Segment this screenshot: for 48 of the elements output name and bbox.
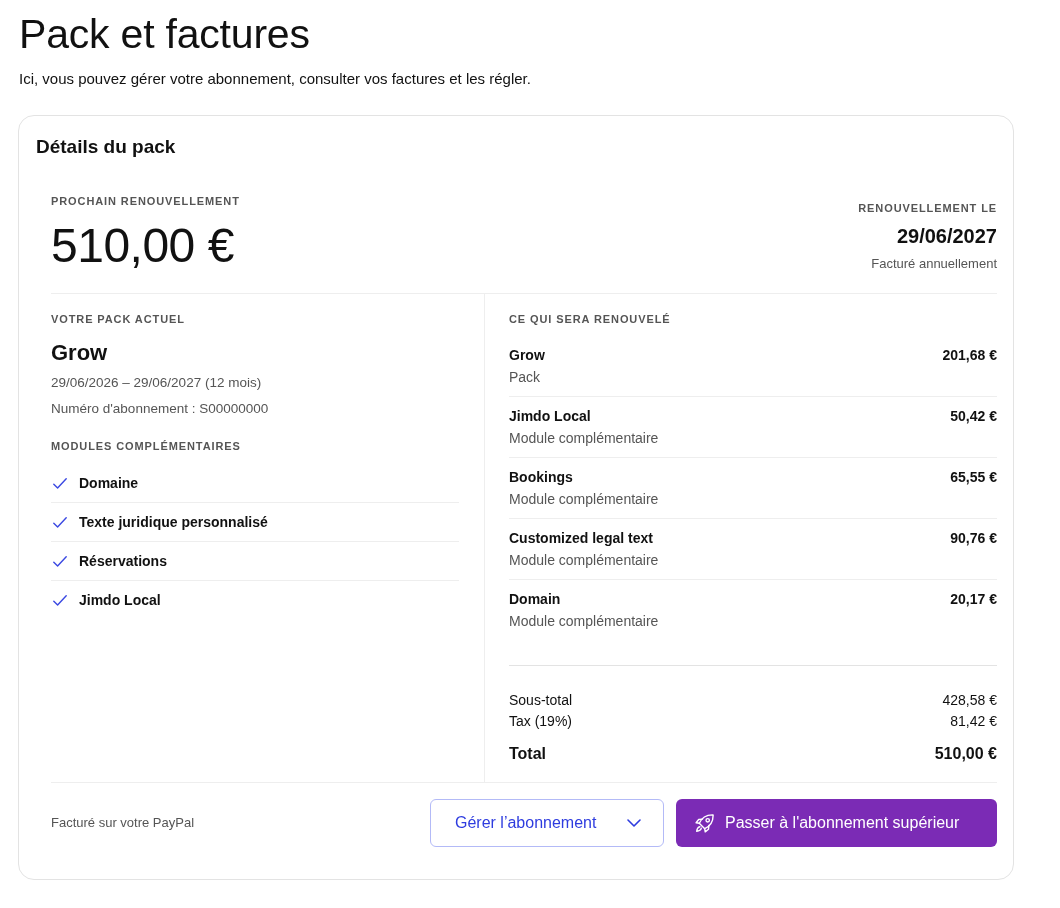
total-amount: 428,58 € [942,691,997,710]
billing-frequency: Facturé annuellement [871,255,997,273]
addon-name: Réservations [79,552,167,571]
item-price: 90,76 € [950,529,997,548]
subscription-number: Numéro d'abonnement : S00000000 [51,400,269,418]
item-type: Module complémentaire [509,429,660,448]
item-name: Jimdo Local [509,407,592,426]
total-label: Tax (19%) [509,712,573,731]
section-label: MODULES COMPLÉMENTAIRES [51,439,241,453]
item-type: Pack [509,368,542,387]
item-type: Module complémentaire [509,612,660,631]
rocket-icon [695,813,714,833]
payment-note: Facturé sur votre PayPal [51,814,196,832]
section-label: RENOUVELLEMENT LE [858,201,997,215]
check-icon [53,594,67,606]
item-price: 20,17 € [950,590,997,609]
addon-name: Texte juridique personnalisé [79,513,268,532]
item-name: Customized legal text [509,529,654,548]
page-title: Pack et factures [19,10,311,58]
section-label: PROCHAIN RENOUVELLEMENT [51,194,240,208]
check-icon [53,516,67,528]
addon-name: Domaine [79,474,139,493]
item-name: Grow [509,346,546,365]
section-label: VOTRE PACK ACTUEL [51,312,185,326]
item-name: Bookings [509,468,574,487]
total-amount: 81,42 € [950,712,997,731]
page-description: Ici, vous pouvez gérer votre abonnement, consulter vos factures et les régler. [19,69,532,89]
total-amount: 510,00 € [934,744,997,764]
item-price: 50,42 € [950,407,997,426]
manage-subscription-button[interactable]: Gérer l’abonnement [430,799,664,847]
renewal-amount: 510,00 € [51,218,235,274]
total-label: Sous-total [509,691,573,710]
card-title: Détails du pack [36,135,177,159]
upgrade-button[interactable]: Passer à l'abonnement supérieur [676,799,997,847]
pack-period: 29/06/2026 – 29/06/2027 (12 mois) [51,374,262,392]
item-price: 65,55 € [950,468,997,487]
item-type: Module complémentaire [509,551,660,570]
caret-icon [627,819,641,827]
item-price: 201,68 € [942,346,997,365]
item-type: Module complémentaire [509,490,660,509]
item-name: Domain [509,590,562,609]
addon-name: Jimdo Local [79,591,161,610]
total-label: Total [509,744,547,764]
check-icon [53,555,67,567]
section-label: CE QUI SERA RENOUVELÉ [509,312,672,326]
check-icon [53,477,67,489]
pack-name: Grow [51,339,108,367]
renewal-date: 29/06/2027 [896,224,997,248]
